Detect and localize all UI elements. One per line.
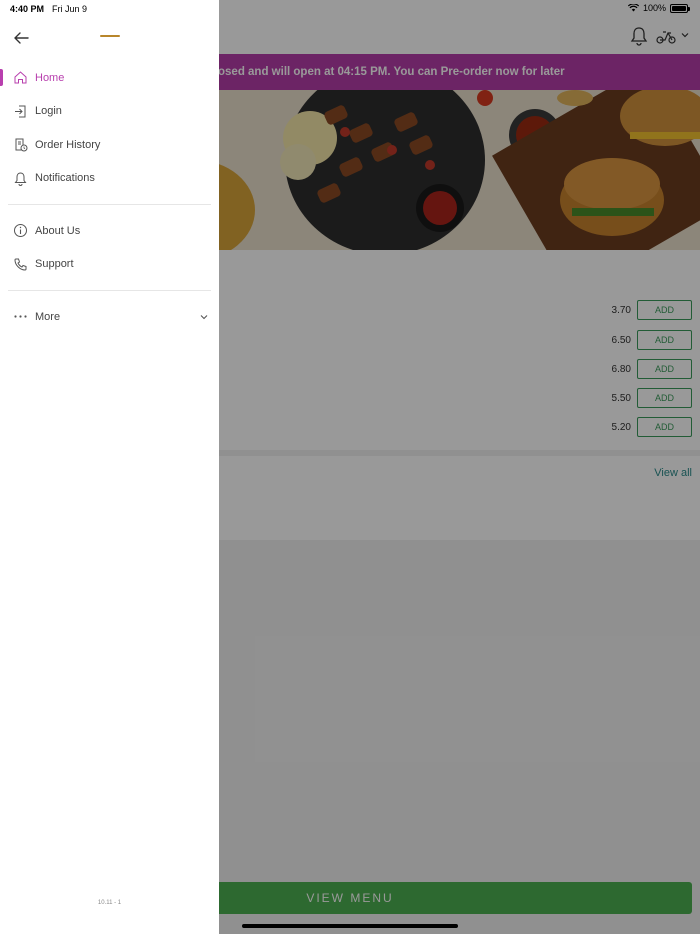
nav-divider (8, 204, 211, 205)
more-dots-icon (14, 315, 27, 318)
nav-divider (8, 290, 211, 291)
drawer-status-bar: 4:40 PM Fri Jun 9 (0, 0, 219, 18)
chevron-down-icon (200, 315, 208, 320)
restaurant-logo (100, 35, 120, 37)
nav-item-support[interactable]: Support (0, 248, 219, 282)
app-version: 10.11 - 1 (97, 900, 122, 906)
nav-item-label: Home (35, 71, 65, 84)
home-icon (14, 71, 27, 84)
status-date: Fri Jun 9 (52, 4, 88, 14)
nav-item-more[interactable]: More (0, 300, 219, 334)
side-drawer: 4:40 PM Fri Jun 9 Home Login Order Histo… (0, 0, 219, 934)
nav-item-label: About Us (35, 224, 81, 237)
nav-item-label: Login (35, 105, 62, 118)
status-time: 4:40 PM (10, 4, 45, 14)
info-icon (14, 224, 27, 237)
phone-icon (14, 258, 27, 271)
nav-item-login[interactable]: Login (0, 95, 219, 129)
bell-icon (14, 171, 27, 186)
nav-item-notifications[interactable]: Notifications (0, 162, 219, 196)
nav-item-label: Notifications (35, 172, 95, 185)
nav-item-about-us[interactable]: About Us (0, 214, 219, 248)
order-history-icon (15, 138, 28, 152)
login-icon (15, 105, 26, 117)
drawer-nav: Home Login Order History Notifications A… (0, 61, 219, 334)
nav-item-label: Support (35, 258, 74, 271)
nav-item-order-history[interactable]: Order History (0, 128, 219, 162)
nav-item-label: Order History (35, 138, 101, 151)
nav-item-home[interactable]: Home (0, 61, 219, 95)
back-arrow-icon[interactable] (12, 30, 30, 46)
nav-item-label: More (35, 310, 61, 323)
